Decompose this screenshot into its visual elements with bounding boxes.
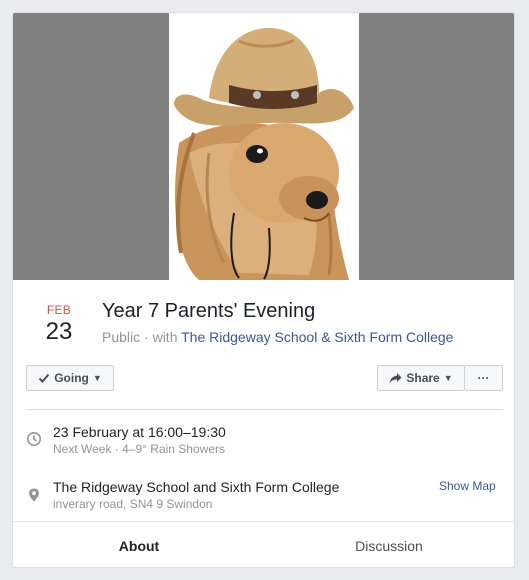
cover-photo[interactable] — [169, 13, 359, 280]
event-privacy: Public — [102, 329, 141, 345]
event-weather: Next Week · 4–9° Rain Showers — [53, 442, 225, 456]
event-date-day: 23 — [45, 318, 73, 345]
event-location-address: inverary road, SN4 9 Swindon — [53, 497, 213, 511]
share-arrow-icon — [389, 373, 402, 383]
event-tabs: About Discussion — [13, 521, 514, 567]
event-title: Year 7 Parents' Evening — [102, 300, 316, 322]
event-date: FEB 23 — [31, 303, 87, 346]
tab-about[interactable]: About — [22, 522, 256, 567]
clock-icon — [27, 432, 41, 446]
check-icon — [38, 373, 50, 383]
show-map-link[interactable]: Show Map — [439, 479, 496, 493]
tab-discussion-label: Discussion — [355, 537, 423, 554]
more-options-label: ··· — [477, 371, 490, 385]
going-button[interactable]: Going ▼ — [26, 365, 114, 391]
tab-about-label: About — [118, 537, 160, 554]
event-host-link[interactable]: The Ridgeway School & Sixth Form College — [181, 329, 453, 345]
share-button-label: Share — [406, 371, 440, 385]
event-location-name[interactable]: The Ridgeway School and Sixth Form Colle… — [53, 479, 339, 495]
map-pin-icon — [29, 488, 39, 502]
more-options-button[interactable]: ··· — [465, 365, 503, 391]
going-button-label: Going — [54, 371, 89, 385]
event-with-text: · with — [144, 329, 178, 345]
event-date-month: FEB — [46, 303, 72, 317]
divider — [26, 409, 503, 410]
dog-cowboy-hat-illustration — [169, 13, 359, 280]
chevron-down-icon: ▼ — [443, 373, 453, 383]
share-button[interactable]: Share ▼ — [377, 365, 465, 391]
chevron-down-icon: ▼ — [92, 373, 102, 383]
tab-discussion[interactable]: Discussion — [272, 522, 506, 567]
cover-image-area — [13, 13, 514, 280]
event-subtitle: Public · with The Ridgeway School & Sixt… — [102, 329, 453, 345]
event-card: FEB 23 Year 7 Parents' Evening Public · … — [12, 12, 515, 568]
event-time[interactable]: 23 February at 16:00–19:30 — [53, 424, 226, 440]
